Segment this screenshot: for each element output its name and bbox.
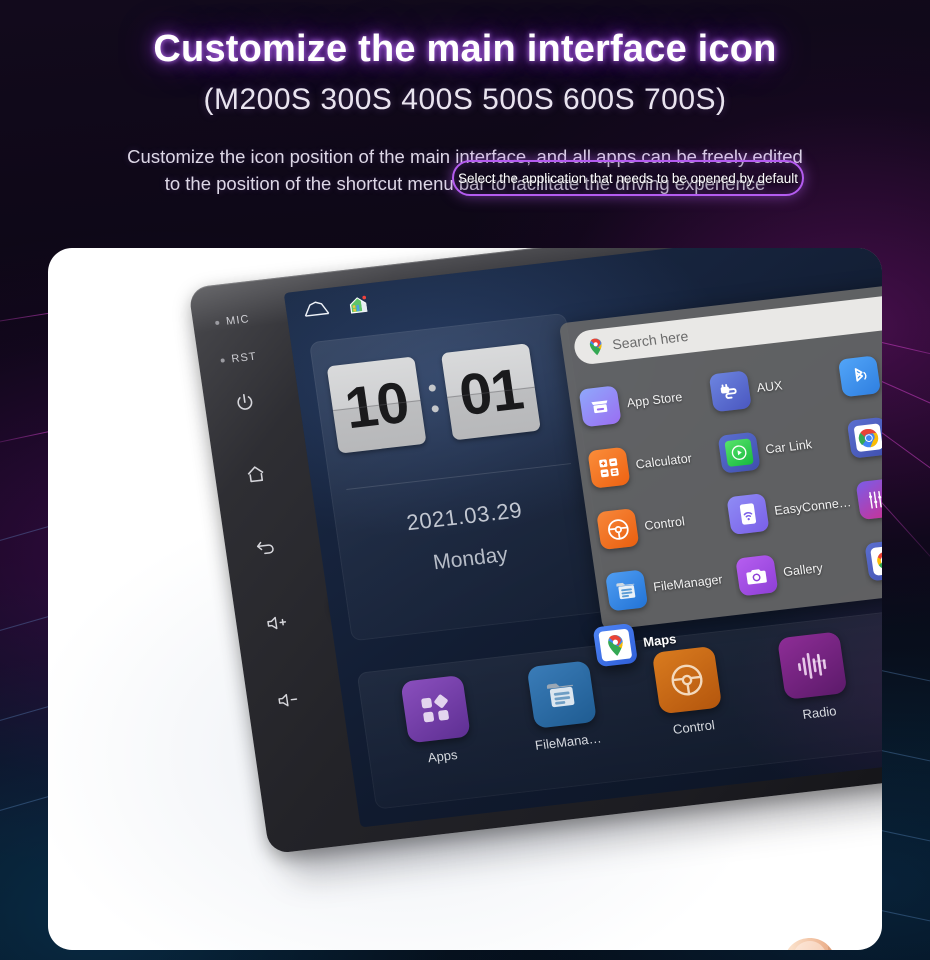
power-button[interactable] [214,386,300,415]
google-maps-icon [592,623,639,668]
back-arrow-icon [256,541,274,555]
app-label: App Store [625,389,684,411]
callout-text: Select the application that needs to be … [457,170,798,186]
google-icon [864,539,882,582]
car-link-icon [717,431,761,474]
volume-up-icon [267,616,287,630]
clock-hours: 10 [326,356,427,454]
app-label: Control [643,514,686,533]
steering-wheel-icon [596,508,640,551]
clock-date: 2021.03.29 [404,497,524,536]
page-title: Customize the main interface icon [153,28,777,70]
file-manager-icon [605,569,649,612]
power-icon [237,393,253,410]
head-unit-body: MIC RST 10 01 2021.03.29 Monday Search h… [188,248,882,855]
dock-item-radio[interactable]: Radio [745,628,882,728]
chrome-icon [847,416,882,459]
volume-down-button[interactable] [257,685,343,712]
house-color-icon[interactable] [347,294,369,314]
model-list: (M200S 300S 400S 500S 600S 700S) [203,83,727,116]
reset-led-dot [220,358,225,363]
product-photo-card: MIC RST 10 01 2021.03.29 Monday Search h… [48,248,882,950]
gallery-camera-icon [734,554,779,597]
back-button[interactable] [234,531,320,560]
file-manager-icon [526,660,597,729]
dock-item-apps[interactable]: Apps [369,671,507,771]
app-chooser-sheet: Search here App Store AUX Calculator Car… [558,277,882,631]
dock-item-filemanager[interactable]: FileMana… [494,657,632,757]
mic-led-dot [214,320,220,326]
aux-plug-icon [708,370,752,413]
head-unit: MIC RST 10 01 2021.03.29 Monday Search h… [188,248,882,882]
dock-label: Apps [426,747,459,766]
dock-label: Control [671,717,716,737]
mic-indicator: MIC [203,309,288,331]
app-label: Car Link [764,437,813,457]
app-label: Gallery [782,560,824,580]
dragged-app-label: Maps [642,630,678,650]
reset-label: RST [230,350,258,366]
clock-weekday: Monday [431,543,510,575]
apps-grid-icon [400,674,472,744]
equalizer-icon [855,478,882,521]
mic-label: MIC [225,313,251,328]
app-item-bluetooth[interactable]: Bluetooth [833,333,882,409]
calculator-icon [587,446,631,489]
search-input[interactable]: Search here [611,328,689,353]
home-button[interactable] [224,457,310,487]
app-store-icon [578,385,622,428]
maps-pin-icon [589,338,602,355]
easyconnect-icon [726,493,770,536]
clock-minutes: 01 [440,343,541,441]
app-label: Calculator [634,451,693,472]
home-outline-icon[interactable] [301,299,331,320]
bluetooth-icon [838,355,882,398]
app-label: EasyConne… [773,495,853,518]
dock-label: FileMana… [534,730,603,753]
dock-label: Radio [801,703,838,722]
flip-clock: 10 01 [326,343,541,454]
app-chooser-list: App Store AUX Calculator Car Link Contro… [567,331,882,631]
clock-divider [346,463,572,491]
clock-colon [424,384,443,413]
volume-up-button[interactable] [246,608,332,635]
device-screen: 10:01 10 01 2021.03.29 Monday [283,248,882,828]
app-label: FileManager [652,572,724,595]
reset-indicator[interactable]: RST [208,346,293,368]
home-icon [247,466,264,483]
app-label: AUX [755,378,784,396]
callout-banner: Select the application that needs to be … [452,160,804,196]
volume-down-icon [278,693,298,707]
page-root: Customize the main interface icon (M200S… [0,0,930,960]
